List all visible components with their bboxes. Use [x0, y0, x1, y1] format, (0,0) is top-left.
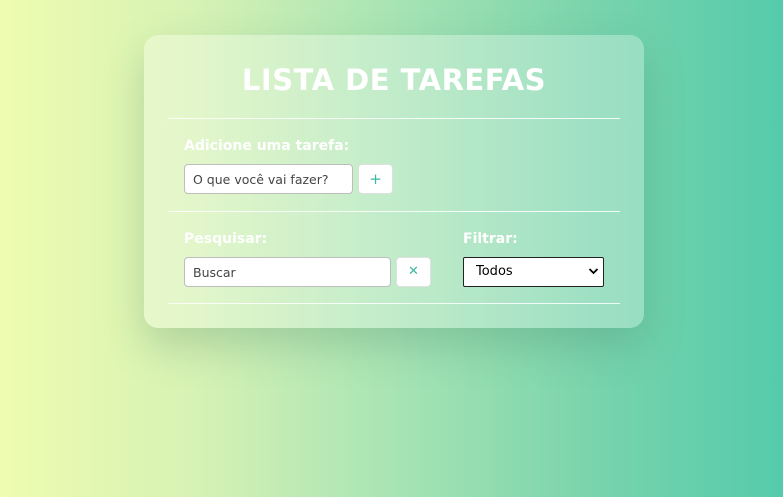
add-task-button[interactable]: +	[358, 164, 393, 194]
divider-middle	[168, 211, 620, 212]
clear-search-button[interactable]: ✕	[396, 257, 431, 287]
divider-top	[168, 118, 620, 119]
filter-select[interactable]: Todos	[463, 257, 604, 287]
search-label: Pesquisar:	[184, 231, 268, 247]
divider-bottom	[168, 303, 620, 304]
chevron-down-icon	[588, 258, 599, 297]
search-input[interactable]	[184, 257, 391, 287]
filter-label: Filtrar:	[463, 231, 518, 247]
add-task-label: Adicione uma tarefa:	[184, 138, 350, 154]
add-task-input[interactable]	[184, 164, 353, 194]
plus-icon: +	[369, 170, 382, 188]
page-title: LISTA DE TAREFAS	[241, 63, 547, 97]
todo-card: LISTA DE TAREFAS Adicione uma tarefa: + …	[144, 35, 644, 328]
filter-selected-value: Todos	[476, 264, 513, 279]
close-icon: ✕	[408, 264, 419, 279]
